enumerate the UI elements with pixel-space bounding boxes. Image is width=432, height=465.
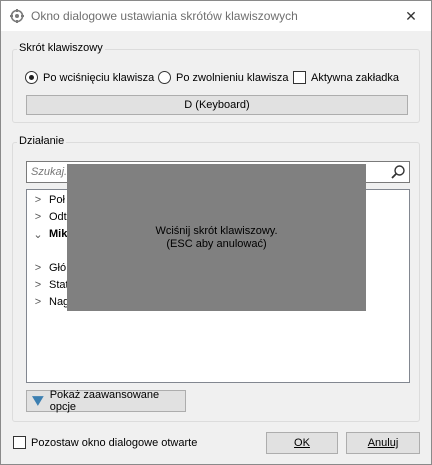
chevron-right-icon[interactable]: > bbox=[32, 262, 44, 274]
chevron-right-icon[interactable]: > bbox=[32, 194, 44, 206]
chevron-right-icon[interactable]: > bbox=[32, 211, 44, 223]
close-button[interactable]: ✕ bbox=[391, 1, 431, 31]
tree-item[interactable]: > Poł bbox=[32, 192, 65, 208]
advanced-options-label: Pokaż zaawansowane opcje bbox=[49, 389, 160, 413]
ok-button[interactable]: OK bbox=[266, 432, 338, 454]
cancel-button[interactable]: Anuluj bbox=[346, 432, 420, 454]
active-tab-checkbox-label: Aktywna zakładka bbox=[311, 71, 400, 84]
cancel-button-label: Anuluj bbox=[367, 437, 399, 449]
overlay-cancel-hint: (ESC aby anulować) bbox=[166, 237, 267, 250]
key-capture-label: D (Keyboard) bbox=[184, 99, 250, 111]
key-capture-button[interactable]: D (Keyboard) bbox=[26, 95, 408, 115]
chevron-down-icon[interactable]: ⌄ bbox=[32, 228, 44, 241]
radio-on-press-indicator[interactable] bbox=[25, 71, 38, 84]
shortcut-group-label: Skrót klawiszowy bbox=[17, 42, 105, 54]
tree-item[interactable]: > Stat bbox=[32, 277, 69, 293]
radio-on-release-indicator[interactable] bbox=[158, 71, 171, 84]
keep-open-checkbox-label: Pozostaw okno dialogowe otwarte bbox=[31, 436, 198, 449]
tree-item[interactable]: > Odt bbox=[32, 209, 67, 225]
action-group-label: Działanie bbox=[17, 135, 67, 147]
chevron-right-icon[interactable]: > bbox=[32, 296, 44, 308]
advanced-options-button[interactable]: Pokaż zaawansowane opcje bbox=[26, 389, 186, 413]
active-tab-checkbox[interactable]: Aktywna zakładka bbox=[293, 70, 399, 85]
radio-on-press[interactable]: Po wciśnięciu klawisza bbox=[25, 70, 154, 85]
keyboard-settings-icon bbox=[10, 9, 24, 23]
keep-open-checkbox[interactable]: Pozostaw okno dialogowe otwarte bbox=[13, 435, 197, 450]
chevron-right-icon[interactable]: > bbox=[32, 279, 44, 291]
title-bar: Okno dialogowe ustawiania skrótów klawis… bbox=[1, 1, 431, 31]
tree-item[interactable]: > Nag bbox=[32, 294, 69, 310]
key-capture-overlay: Wciśnij skrót klawiszowy. (ESC aby anulo… bbox=[67, 164, 366, 311]
shortcut-dialog: Okno dialogowe ustawiania skrótów klawis… bbox=[0, 0, 432, 465]
radio-on-press-label: Po wciśnięciu klawisza bbox=[43, 71, 155, 84]
active-tab-checkbox-box[interactable] bbox=[293, 71, 306, 84]
tree-item[interactable]: > Głó bbox=[32, 260, 66, 276]
triangle-down-icon bbox=[32, 396, 44, 406]
radio-on-release[interactable]: Po zwolnieniu klawisza bbox=[158, 70, 289, 85]
window-title: Okno dialogowe ustawiania skrótów klawis… bbox=[31, 9, 298, 23]
overlay-instruction: Wciśnij skrót klawiszowy. bbox=[155, 224, 278, 237]
tree-item[interactable]: ⌄ Mik bbox=[32, 226, 67, 242]
keep-open-checkbox-box[interactable] bbox=[13, 436, 26, 449]
radio-on-release-label: Po zwolnieniu klawisza bbox=[176, 71, 289, 84]
ok-button-label: OK bbox=[294, 437, 310, 449]
search-icon[interactable] bbox=[390, 164, 406, 180]
close-icon: ✕ bbox=[405, 7, 417, 24]
